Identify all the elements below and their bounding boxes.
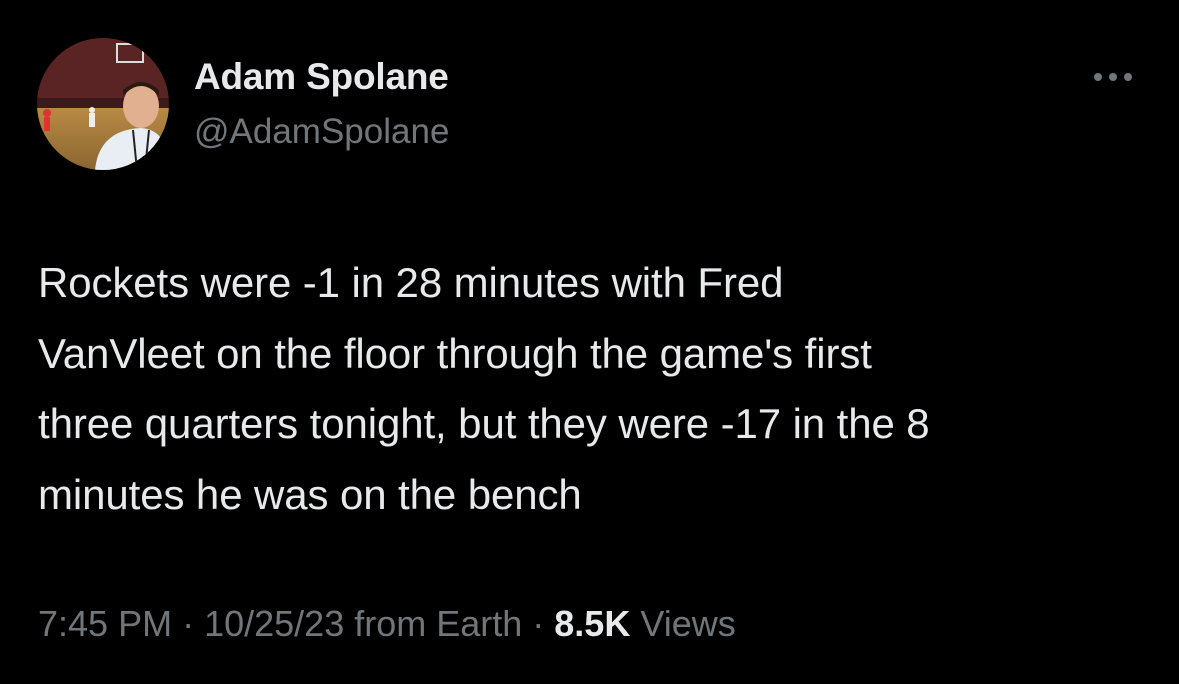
more-horizontal-icon bbox=[1094, 73, 1132, 81]
tweet-date[interactable]: 10/25/23 bbox=[204, 603, 344, 644]
tweet-card: Adam Spolane @AdamSpolane Rockets were -… bbox=[0, 0, 1179, 684]
profile-photo-icon bbox=[37, 38, 169, 170]
tweet-text: Rockets were -1 in 28 minutes with Fred … bbox=[38, 259, 930, 518]
more-options-button[interactable] bbox=[1086, 60, 1140, 94]
author-display-name[interactable]: Adam Spolane bbox=[194, 56, 449, 98]
tweet-time[interactable]: 7:45 PM bbox=[38, 603, 172, 644]
tweet-meta: 7:45 PM · 10/25/23 from Earth · 8.5K Views bbox=[38, 603, 736, 645]
tweet-source: from Earth bbox=[354, 603, 523, 644]
views-label[interactable]: Views bbox=[640, 603, 735, 644]
author-avatar[interactable] bbox=[37, 38, 169, 170]
author-handle[interactable]: @AdamSpolane bbox=[194, 112, 449, 152]
meta-separator: · bbox=[532, 603, 545, 644]
meta-separator: · bbox=[182, 603, 195, 644]
views-count[interactable]: 8.5K bbox=[554, 603, 630, 644]
